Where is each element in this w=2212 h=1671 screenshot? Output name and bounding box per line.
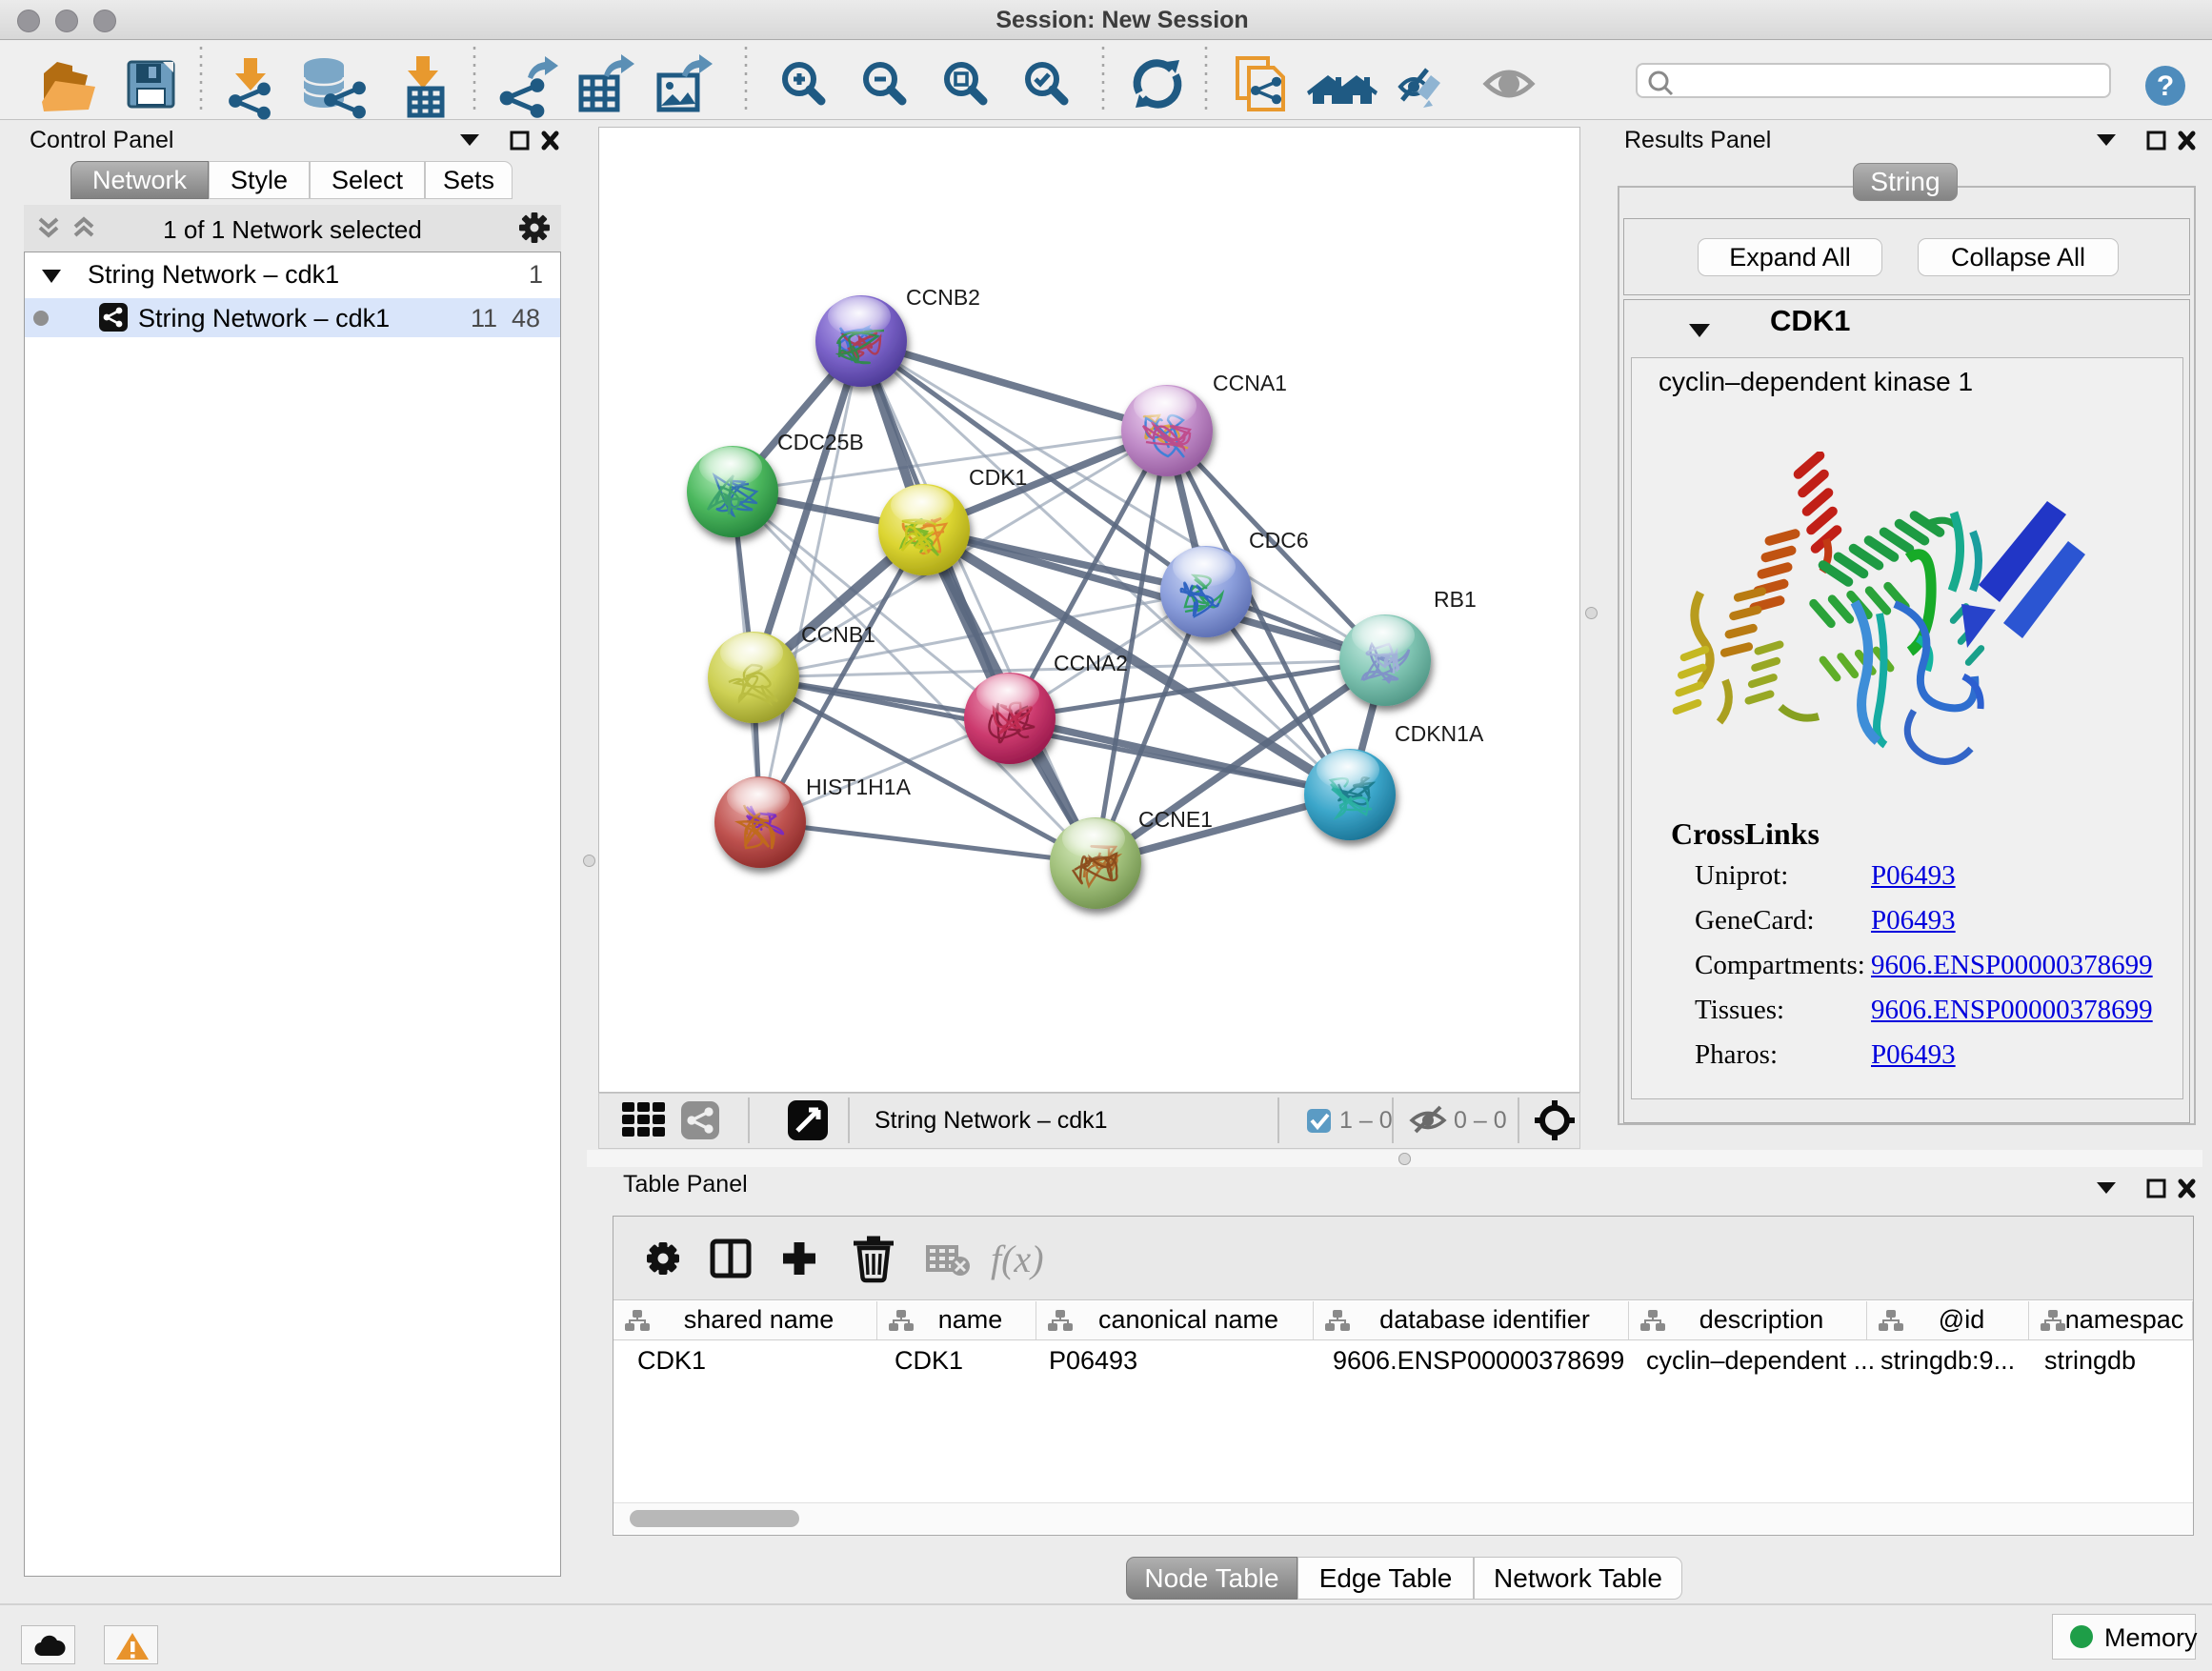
svg-text:CDC25B: CDC25B (777, 430, 864, 454)
svg-text:0 – 0: 0 – 0 (1454, 1107, 1507, 1134)
svg-text:String Network – cdk1: String Network – cdk1 (875, 1107, 1108, 1134)
svg-text:RB1: RB1 (1434, 587, 1477, 612)
svg-text:1 – 0: 1 – 0 (1339, 1107, 1393, 1134)
svg-text:CCNA1: CCNA1 (1213, 371, 1287, 395)
svg-text:CCNA2: CCNA2 (1054, 651, 1128, 675)
svg-text:CDK1: CDK1 (969, 465, 1027, 490)
svg-text:CCNB1: CCNB1 (801, 622, 875, 647)
svg-text:?: ? (2157, 70, 2174, 102)
svg-text:CDC6: CDC6 (1249, 528, 1309, 553)
svg-text:CCNE1: CCNE1 (1138, 807, 1213, 832)
svg-text:CDKN1A: CDKN1A (1395, 721, 1484, 746)
svg-text:CCNB2: CCNB2 (906, 285, 980, 310)
svg-text:HIST1H1A: HIST1H1A (806, 775, 912, 799)
svg-text:f(x): f(x) (991, 1238, 1044, 1280)
